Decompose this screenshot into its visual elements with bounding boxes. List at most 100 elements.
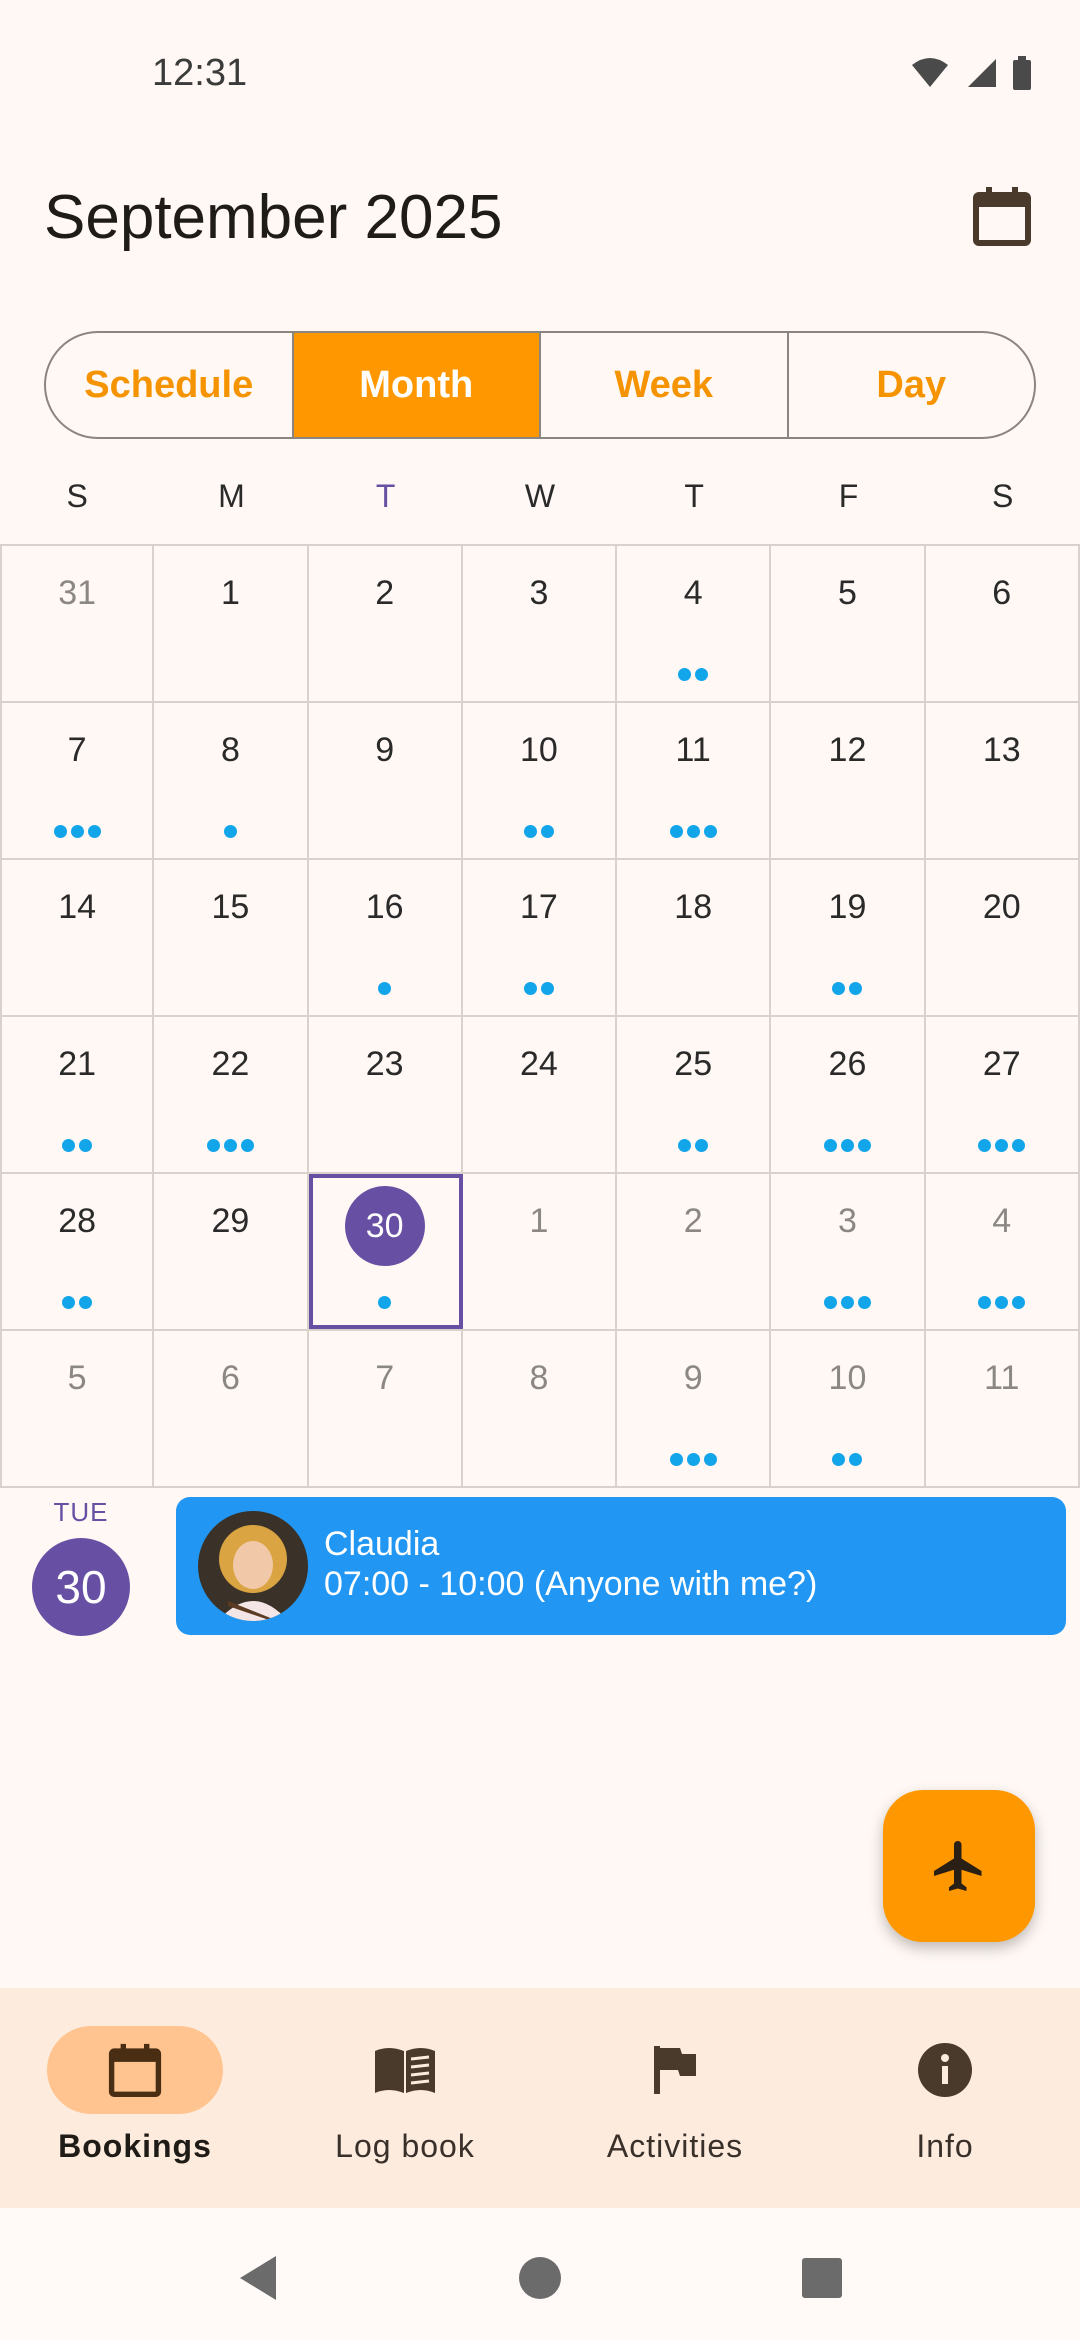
event-dot	[223, 1139, 237, 1152]
day-cell[interactable]: 14	[0, 860, 155, 1015]
event-indicator	[771, 1296, 923, 1309]
day-cell[interactable]: 18	[617, 860, 772, 1015]
day-number: 10	[828, 1359, 867, 1397]
event-dot	[1012, 1296, 1026, 1309]
avatar	[198, 1511, 308, 1621]
day-cell[interactable]: 10	[771, 1331, 926, 1486]
day-cell[interactable]: 6	[926, 546, 1080, 701]
event-dot	[995, 1139, 1009, 1152]
nav-item-info[interactable]: Info	[835, 2026, 1055, 2165]
status-icons	[910, 56, 1032, 90]
nav-item-activities[interactable]: Activities	[565, 2026, 785, 2165]
day-cell[interactable]: 4	[617, 546, 772, 701]
event-dot	[53, 825, 67, 838]
day-cell[interactable]: 10	[463, 703, 618, 858]
day-cell[interactable]: 2	[617, 1174, 772, 1329]
day-cell[interactable]: 2	[309, 546, 463, 701]
recents-button[interactable]	[792, 2248, 852, 2308]
event-dot	[62, 1139, 76, 1152]
agenda-date: TUE 30	[32, 1497, 130, 1636]
day-cell[interactable]: 3	[771, 1174, 926, 1329]
day-number: 4	[683, 574, 703, 612]
event-dot	[206, 1139, 220, 1152]
tab-day[interactable]: Day	[786, 333, 1035, 437]
week-row: 28 29 30 1 2 3 4	[0, 1174, 1080, 1331]
day-cell[interactable]: 1	[463, 1174, 618, 1329]
day-number: 7	[67, 731, 87, 769]
tab-schedule[interactable]: Schedule	[46, 333, 292, 437]
event-dot	[995, 1296, 1009, 1309]
event-dot	[978, 1139, 992, 1152]
day-cell[interactable]: 19	[771, 860, 926, 1015]
day-number: 5	[67, 1359, 87, 1397]
status-bar: 12:31	[0, 0, 1080, 150]
day-cell[interactable]: 31	[0, 546, 155, 701]
event-dot	[840, 1296, 854, 1309]
day-cell[interactable]: 28	[0, 1174, 155, 1329]
event-dot	[79, 1296, 93, 1309]
weekday-label: W	[524, 478, 556, 514]
day-cell[interactable]: 5	[771, 546, 926, 701]
event-indicator	[463, 825, 615, 838]
day-cell[interactable]: 6	[154, 1331, 309, 1486]
day-cell[interactable]: 26	[771, 1017, 926, 1172]
day-cell[interactable]: 22	[154, 1017, 309, 1172]
day-number: 9	[683, 1359, 703, 1397]
day-cell[interactable]: 3	[463, 546, 618, 701]
day-cell[interactable]: 12	[771, 703, 926, 858]
event-dot	[378, 982, 392, 995]
wifi-icon	[912, 58, 948, 87]
day-cell[interactable]: 9	[309, 703, 463, 858]
day-cell[interactable]: 13	[926, 703, 1080, 858]
day-cell[interactable]: 24	[463, 1017, 618, 1172]
tab-week[interactable]: Week	[539, 333, 787, 437]
event-indicator	[309, 982, 461, 995]
day-cell[interactable]: 7	[309, 1331, 463, 1486]
day-cell[interactable]: 23	[309, 1017, 463, 1172]
day-cell[interactable]: 15	[154, 860, 309, 1015]
day-number: 17	[520, 888, 558, 926]
day-number: 24	[520, 1045, 558, 1083]
day-cell[interactable]: 16	[309, 860, 463, 1015]
day-cell[interactable]: 25	[617, 1017, 772, 1172]
tab-month[interactable]: Month	[291, 333, 539, 437]
day-cell[interactable]: 7	[0, 703, 155, 858]
day-cell[interactable]: 11	[926, 1331, 1080, 1486]
day-cell[interactable]: 5	[0, 1331, 155, 1486]
day-cell-selected[interactable]: 30	[308, 1174, 463, 1329]
day-number: 15	[211, 888, 250, 926]
event-dot	[840, 1139, 854, 1152]
home-button[interactable]	[510, 2248, 570, 2308]
event-indicator	[617, 825, 769, 838]
nav-item-log-book[interactable]: Log book	[295, 2026, 515, 2165]
today-button[interactable]	[960, 174, 1044, 258]
week-row: 5 6 7 8 9 10 11	[0, 1331, 1080, 1488]
day-cell[interactable]: 8	[463, 1331, 618, 1486]
day-cell[interactable]: 1	[154, 546, 309, 701]
day-number: 11	[984, 1359, 1020, 1397]
day-cell[interactable]: 11	[617, 703, 772, 858]
day-number: 25	[674, 1045, 713, 1083]
back-icon	[240, 2256, 276, 2300]
nav-item-bookings[interactable]: Bookings	[25, 2026, 245, 2165]
event-card[interactable]: Claudia 07:00 - 10:00 (Anyone with me?)	[176, 1497, 1066, 1635]
new-booking-fab[interactable]	[883, 1790, 1035, 1942]
event-dot	[823, 1296, 837, 1309]
day-cell[interactable]: 21	[0, 1017, 155, 1172]
day-cell[interactable]: 8	[154, 703, 309, 858]
event-indicator	[771, 1139, 923, 1152]
event-indicator	[617, 668, 769, 681]
day-number: 5	[838, 574, 857, 612]
day-cell[interactable]: 27	[926, 1017, 1080, 1172]
day-number: 31	[58, 574, 97, 612]
nav-label: Activities	[606, 2128, 744, 2164]
day-cell[interactable]: 17	[463, 860, 618, 1015]
weekday-label: S	[66, 478, 88, 514]
back-button[interactable]	[228, 2248, 288, 2308]
day-cell[interactable]: 9	[617, 1331, 772, 1486]
day-cell[interactable]: 20	[926, 860, 1080, 1015]
event-indicator	[926, 1296, 1078, 1309]
flag-icon	[654, 2046, 696, 2094]
day-cell[interactable]: 29	[154, 1174, 309, 1329]
day-cell[interactable]: 4	[926, 1174, 1080, 1329]
